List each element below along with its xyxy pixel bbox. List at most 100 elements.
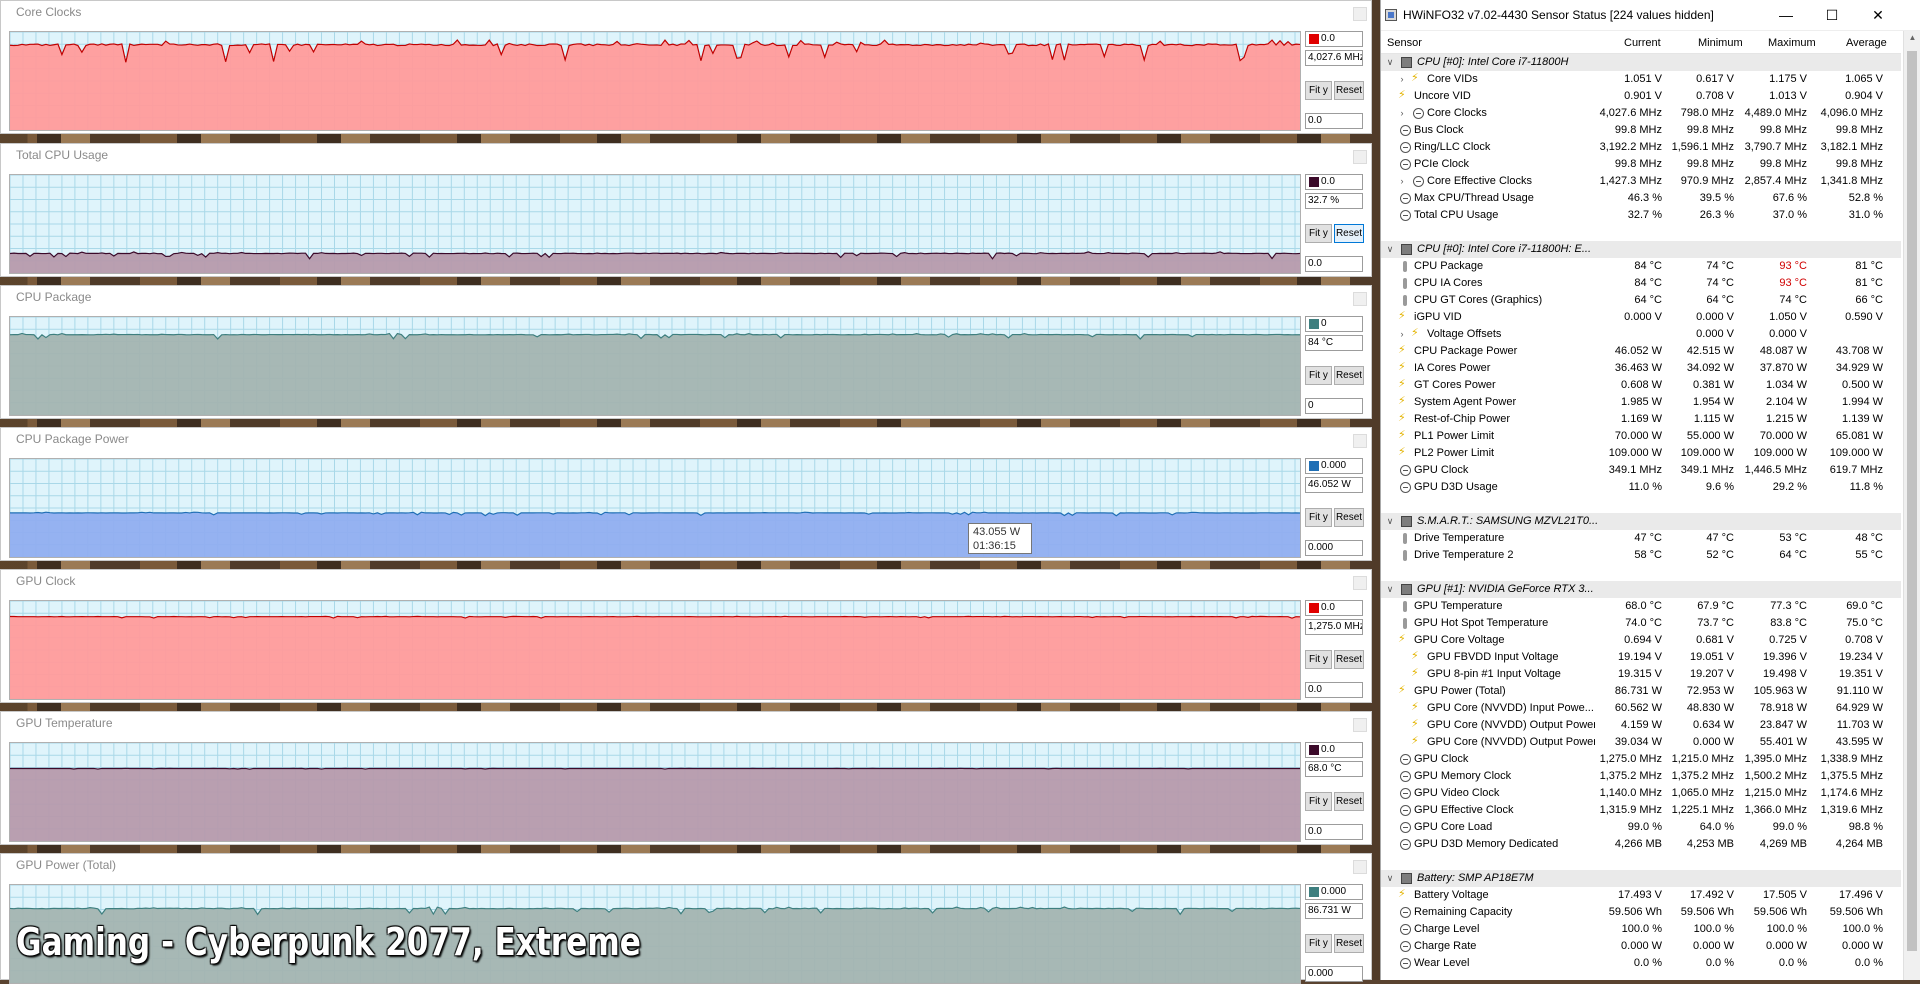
expand-icon[interactable]: › <box>1397 71 1407 88</box>
sensor-row[interactable]: Drive Temperature 47 °C 47 °C 53 °C 48 °… <box>1381 530 1901 547</box>
close-icon[interactable]: ✕ <box>1855 0 1901 31</box>
color-swatch-icon[interactable] <box>1309 461 1319 471</box>
sensor-row[interactable]: Ring/LLC Clock 3,192.2 MHz 1,596.1 MHz 3… <box>1381 139 1901 156</box>
sensor-row[interactable]: System Agent Power 1.985 W 1.954 W 2.104… <box>1381 393 1901 411</box>
vertical-scrollbar[interactable]: ▲ <box>1903 31 1920 980</box>
color-swatch-icon[interactable] <box>1309 887 1319 897</box>
sensor-row[interactable]: Charge Rate 0.000 W 0.000 W 0.000 W 0.00… <box>1381 938 1901 955</box>
reset-button[interactable]: Reset <box>1334 792 1364 811</box>
scroll-up-icon[interactable]: ▲ <box>1904 33 1920 42</box>
sensor-row[interactable]: › Voltage Offsets 0.000 V 0.000 V <box>1381 325 1901 343</box>
reset-button[interactable]: Reset <box>1334 508 1364 527</box>
graph-close-icon[interactable] <box>1353 718 1367 732</box>
sensor-row[interactable]: › Core VIDs 1.051 V 0.617 V 1.175 V 1.06… <box>1381 70 1901 88</box>
sensor-row[interactable]: PCIe Clock 99.8 MHz 99.8 MHz 99.8 MHz 99… <box>1381 156 1901 173</box>
expand-icon[interactable]: › <box>1397 173 1407 190</box>
sensor-row[interactable]: GPU Core Voltage 0.694 V 0.681 V 0.725 V… <box>1381 631 1901 649</box>
reset-button[interactable]: Reset <box>1334 224 1364 243</box>
col-sensor[interactable]: Sensor <box>1387 37 1422 49</box>
title-bar[interactable]: HWiNFO32 v7.02-4430 Sensor Status [224 v… <box>1381 0 1920 31</box>
sensor-group[interactable]: ∨ Battery: SMP AP18E7M <box>1381 870 1901 887</box>
fit-y-button[interactable]: Fit y <box>1305 366 1332 385</box>
sensor-row[interactable]: GPU Clock 349.1 MHz 349.1 MHz 1,446.5 MH… <box>1381 462 1901 479</box>
sensor-row[interactable]: Wear Level 0.0 % 0.0 % 0.0 % 0.0 % <box>1381 955 1901 972</box>
sensor-row[interactable]: Max CPU/Thread Usage 46.3 % 39.5 % 67.6 … <box>1381 190 1901 207</box>
sensor-row[interactable]: GPU D3D Usage 11.0 % 9.6 % 29.2 % 11.8 % <box>1381 479 1901 496</box>
reset-button[interactable]: Reset <box>1334 366 1364 385</box>
sensor-group[interactable]: ∨ GPU [#1]: NVIDIA GeForce RTX 3... <box>1381 581 1901 598</box>
col-average[interactable]: Average <box>1846 37 1887 49</box>
collapse-icon[interactable]: ∨ <box>1385 241 1395 258</box>
sensor-row[interactable]: GPU Power (Total) 86.731 W 72.953 W 105.… <box>1381 682 1901 700</box>
sensor-row[interactable]: GPU D3D Memory Dedicated 4,266 MB 4,253 … <box>1381 836 1901 853</box>
sensor-row[interactable]: PL2 Power Limit 109.000 W 109.000 W 109.… <box>1381 444 1901 462</box>
sensor-row[interactable]: iGPU VID 0.000 V 0.000 V 1.050 V 0.590 V <box>1381 308 1901 326</box>
collapse-icon[interactable]: ∨ <box>1385 581 1395 598</box>
scrollbar-thumb[interactable] <box>1907 51 1917 951</box>
color-swatch-icon[interactable] <box>1309 34 1319 44</box>
color-swatch-icon[interactable] <box>1309 319 1319 329</box>
sensor-row[interactable]: GPU Video Clock 1,140.0 MHz 1,065.0 MHz … <box>1381 785 1901 802</box>
col-maximum[interactable]: Maximum <box>1768 37 1816 49</box>
fit-y-button[interactable]: Fit y <box>1305 224 1332 243</box>
sensor-row[interactable]: GPU Temperature 68.0 °C 67.9 °C 77.3 °C … <box>1381 598 1901 615</box>
minimize-icon[interactable]: — <box>1763 0 1809 31</box>
sensor-row[interactable]: CPU IA Cores 84 °C 74 °C 93 °C 81 °C <box>1381 275 1901 292</box>
sensor-group[interactable]: ∨ CPU [#0]: Intel Core i7-11800H <box>1381 54 1901 71</box>
fit-y-button[interactable]: Fit y <box>1305 792 1332 811</box>
sensor-row[interactable]: GPU Memory Clock 1,375.2 MHz 1,375.2 MHz… <box>1381 768 1901 785</box>
graph-close-icon[interactable] <box>1353 292 1367 306</box>
collapse-icon[interactable]: ∨ <box>1385 54 1395 71</box>
sensor-row[interactable]: Drive Temperature 2 58 °C 52 °C 64 °C 55… <box>1381 547 1901 564</box>
graph-close-icon[interactable] <box>1353 576 1367 590</box>
reset-button[interactable]: Reset <box>1334 934 1364 953</box>
maximize-icon[interactable]: ☐ <box>1809 0 1855 31</box>
graph-close-icon[interactable] <box>1353 150 1367 164</box>
sensor-row[interactable]: GPU Core (NVVDD) Output Power 39.034 W 0… <box>1381 733 1901 751</box>
fit-y-button[interactable]: Fit y <box>1305 81 1332 100</box>
expand-icon[interactable]: › <box>1397 105 1407 122</box>
sensor-row[interactable]: CPU Package Power 46.052 W 42.515 W 48.0… <box>1381 342 1901 360</box>
sensor-row[interactable]: GPU 8-pin #1 Input Voltage 19.315 V 19.2… <box>1381 665 1901 683</box>
fit-y-button[interactable]: Fit y <box>1305 934 1332 953</box>
graph-close-icon[interactable] <box>1353 434 1367 448</box>
value-minimum: 52 °C <box>1706 549 1734 561</box>
sensor-row[interactable]: Charge Level 100.0 % 100.0 % 100.0 % 100… <box>1381 921 1901 938</box>
sensor-row[interactable]: Bus Clock 99.8 MHz 99.8 MHz 99.8 MHz 99.… <box>1381 122 1901 139</box>
sensor-row[interactable]: GPU Effective Clock 1,315.9 MHz 1,225.1 … <box>1381 802 1901 819</box>
sensor-row[interactable]: Total CPU Usage 32.7 % 26.3 % 37.0 % 31.… <box>1381 207 1901 224</box>
sensor-row[interactable]: PL1 Power Limit 70.000 W 55.000 W 70.000… <box>1381 427 1901 445</box>
sensor-row[interactable]: Rest-of-Chip Power 1.169 W 1.115 W 1.215… <box>1381 410 1901 428</box>
graph-close-icon[interactable] <box>1353 860 1367 874</box>
sensor-row[interactable]: Uncore VID 0.901 V 0.708 V 1.013 V 0.904… <box>1381 87 1901 105</box>
sensor-group[interactable]: ∨ CPU [#0]: Intel Core i7-11800H: E... <box>1381 241 1901 258</box>
color-swatch-icon[interactable] <box>1309 177 1319 187</box>
sensor-row[interactable]: Remaining Capacity 59.506 Wh 59.506 Wh 5… <box>1381 904 1901 921</box>
sensor-row[interactable]: GPU Core Load 99.0 % 64.0 % 99.0 % 98.8 … <box>1381 819 1901 836</box>
reset-button[interactable]: Reset <box>1334 650 1364 669</box>
sensor-row[interactable]: GPU Core (NVVDD) Output Power 4.159 W 0.… <box>1381 716 1901 734</box>
sensor-row[interactable]: GPU Clock 1,275.0 MHz 1,215.0 MHz 1,395.… <box>1381 751 1901 768</box>
sensor-row[interactable]: GPU Hot Spot Temperature 74.0 °C 73.7 °C… <box>1381 615 1901 632</box>
fit-y-button[interactable]: Fit y <box>1305 650 1332 669</box>
sensor-row[interactable]: CPU GT Cores (Graphics) 64 °C 64 °C 74 °… <box>1381 292 1901 309</box>
graph-close-icon[interactable] <box>1353 7 1367 21</box>
color-swatch-icon[interactable] <box>1309 603 1319 613</box>
sensor-row[interactable]: GPU FBVDD Input Voltage 19.194 V 19.051 … <box>1381 648 1901 666</box>
reset-button[interactable]: Reset <box>1334 81 1364 100</box>
col-current[interactable]: Current <box>1624 37 1661 49</box>
sensor-row[interactable]: GPU Core (NVVDD) Input Powe... 60.562 W … <box>1381 699 1901 717</box>
sensor-group[interactable]: ∨ S.M.A.R.T.: SAMSUNG MZVL21T0... <box>1381 513 1901 530</box>
sensor-row[interactable]: › Core Effective Clocks 1,427.3 MHz 970.… <box>1381 173 1901 190</box>
sensor-row[interactable]: GT Cores Power 0.608 W 0.381 W 1.034 W 0… <box>1381 376 1901 394</box>
expand-icon[interactable]: › <box>1397 326 1407 343</box>
sensor-row[interactable]: Battery Voltage 17.493 V 17.492 V 17.505… <box>1381 886 1901 904</box>
sensor-row[interactable]: CPU Package 84 °C 74 °C 93 °C 81 °C <box>1381 258 1901 275</box>
fit-y-button[interactable]: Fit y <box>1305 508 1332 527</box>
collapse-icon[interactable]: ∨ <box>1385 513 1395 530</box>
col-minimum[interactable]: Minimum <box>1698 37 1743 49</box>
sensor-row[interactable]: › Core Clocks 4,027.6 MHz 798.0 MHz 4,48… <box>1381 105 1901 122</box>
color-swatch-icon[interactable] <box>1309 745 1319 755</box>
sensor-row[interactable]: IA Cores Power 36.463 W 34.092 W 37.870 … <box>1381 359 1901 377</box>
collapse-icon[interactable]: ∨ <box>1385 870 1395 887</box>
